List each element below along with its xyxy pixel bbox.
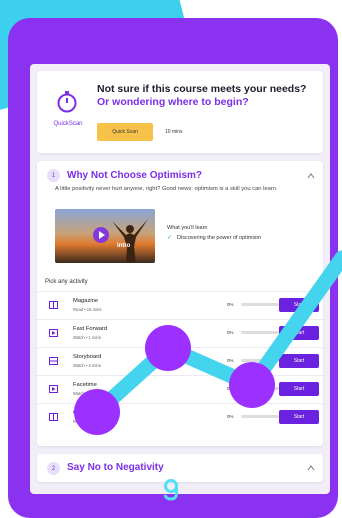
activity-row[interactable]: Magazine Read • 15 mins 0% Start bbox=[37, 291, 323, 320]
activity-title: Fast Forward bbox=[73, 326, 108, 332]
start-button[interactable]: Start bbox=[279, 354, 319, 368]
module-card-2[interactable]: 2 Say No to Negativity bbox=[37, 454, 323, 482]
activity-progress-bar bbox=[241, 415, 279, 418]
activity-progress-text: 0% bbox=[227, 302, 234, 307]
quick-scan-button[interactable]: Quick Scan bbox=[97, 123, 153, 141]
book-icon bbox=[49, 301, 58, 309]
activity-row[interactable]: Facetime Watch • 1 mins 0% Start bbox=[37, 375, 323, 404]
activity-progress-text: 0% bbox=[227, 330, 234, 335]
module-title[interactable]: Why Not Choose Optimism? bbox=[67, 170, 202, 181]
start-button[interactable]: Start bbox=[279, 326, 319, 340]
tablet-screen: QuickScan Not sure if this course meets … bbox=[30, 64, 330, 494]
play-icon[interactable] bbox=[93, 227, 109, 243]
activity-row[interactable]: Storyboard Watch • 3 mins 0% Start bbox=[37, 347, 323, 376]
activity-meta: Read • 15 mins bbox=[73, 307, 102, 312]
activity-title: Go! bbox=[73, 410, 83, 416]
activity-title: Facetime bbox=[73, 382, 97, 388]
activity-progress-bar bbox=[241, 387, 279, 390]
quickscan-card: QuickScan Not sure if this course meets … bbox=[37, 71, 323, 153]
activity-title: Storyboard bbox=[73, 354, 102, 360]
check-icon: ✓ bbox=[167, 235, 173, 241]
person-silhouette bbox=[112, 219, 148, 263]
chevron-up-icon[interactable] bbox=[307, 464, 315, 472]
activity-row[interactable]: Go! Read • 1 mins 0% Start bbox=[37, 403, 323, 432]
activity-progress-text: 0% bbox=[227, 414, 234, 419]
quickscan-label: QuickScan bbox=[53, 121, 83, 127]
tablet-frame: QuickScan Not sure if this course meets … bbox=[8, 18, 338, 518]
activity-progress-bar bbox=[241, 331, 279, 334]
start-button[interactable]: Start bbox=[279, 410, 319, 424]
video-icon bbox=[49, 329, 58, 337]
activity-progress-bar bbox=[241, 303, 279, 306]
activity-meta: Watch • 3 mins bbox=[73, 363, 101, 368]
g-logo-icon bbox=[163, 479, 178, 501]
quickscan-heading: Not sure if this course meets your needs… bbox=[97, 83, 307, 95]
activity-meta: Read • 1 mins bbox=[73, 419, 100, 424]
start-button[interactable]: Start bbox=[279, 298, 319, 312]
learn-item: Discovering the power of optimism bbox=[177, 235, 262, 241]
video-label: Intro bbox=[117, 243, 131, 249]
activity-meta: Watch • 1 mins bbox=[73, 335, 101, 340]
quickscan-subheading: Or wondering where to begin? bbox=[97, 96, 249, 108]
module-description: A little positivity never hurt anyone, r… bbox=[55, 186, 278, 192]
activity-progress-text: 0% bbox=[227, 386, 234, 391]
module-number: 1 bbox=[47, 169, 60, 182]
storyboard-icon bbox=[49, 357, 58, 365]
module-number: 2 bbox=[47, 462, 60, 475]
activity-progress-text: 0% bbox=[227, 358, 234, 363]
learn-title: What you'll learn bbox=[167, 225, 208, 231]
chevron-up-icon[interactable] bbox=[307, 172, 315, 180]
start-button[interactable]: Start bbox=[279, 382, 319, 396]
activity-meta: Watch • 1 mins bbox=[73, 391, 101, 396]
video-icon bbox=[49, 385, 58, 393]
module-title[interactable]: Say No to Negativity bbox=[67, 462, 164, 473]
activity-title: Magazine bbox=[73, 298, 99, 304]
pick-activity-label: Pick any activity bbox=[45, 279, 88, 285]
activity-progress-bar bbox=[241, 359, 279, 362]
stopwatch-icon bbox=[57, 91, 77, 113]
quickscan-time: 10 mins bbox=[165, 129, 183, 135]
module-card-1: 1 Why Not Choose Optimism? A little posi… bbox=[37, 161, 323, 446]
intro-video-thumbnail[interactable]: Intro bbox=[55, 209, 155, 263]
activity-row[interactable]: Fast Forward Watch • 1 mins 0% Start bbox=[37, 319, 323, 348]
book-icon bbox=[49, 413, 58, 421]
